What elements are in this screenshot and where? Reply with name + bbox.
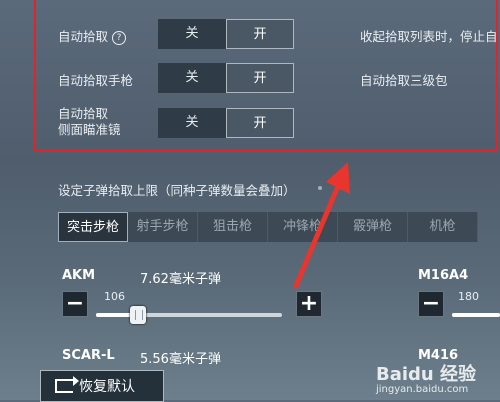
annotation-arrow	[293, 162, 350, 289]
baidu-jingyan-watermark: Baidu 经验 jingyan.baidu.com	[376, 364, 477, 395]
